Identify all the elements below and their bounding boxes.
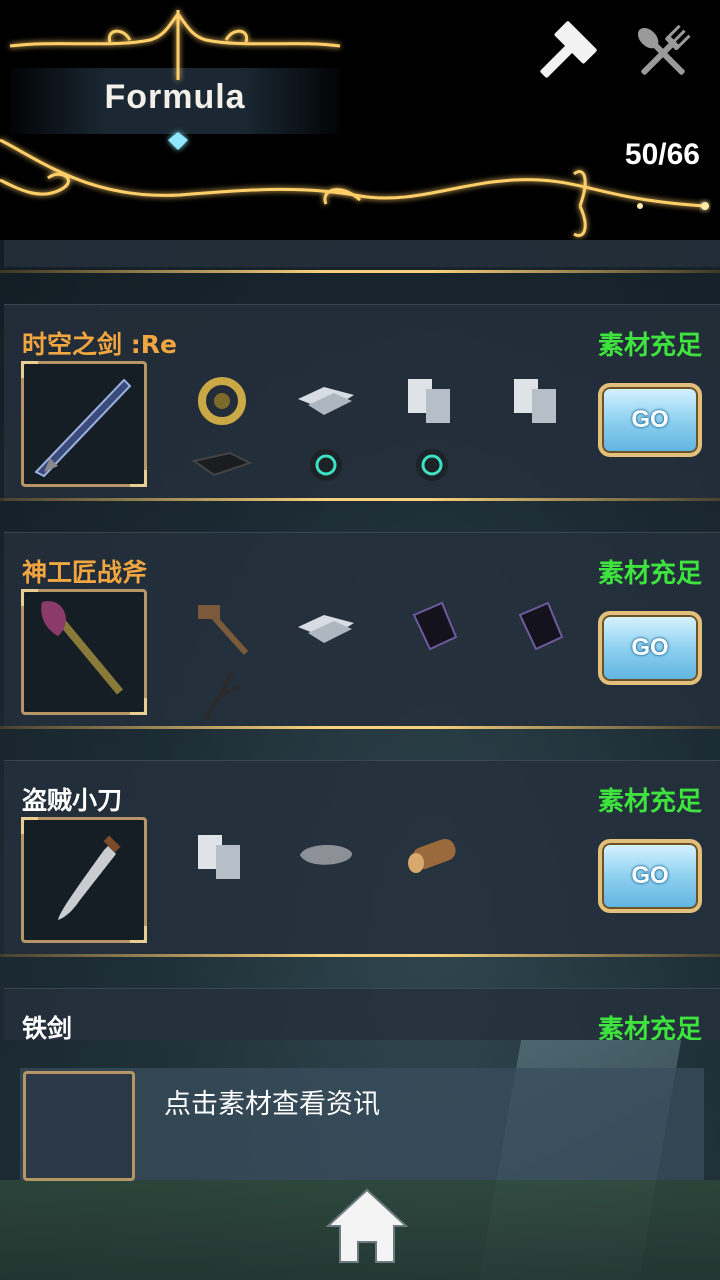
recipe-list[interactable]: 时空之剑 :Re 素材充足 GO 神工匠战斧 素材充足 GO 盗贼小刀 素材充足… <box>0 240 720 1040</box>
silver-plate-icon[interactable] <box>294 597 358 657</box>
divider <box>0 726 720 729</box>
recipe-card-partial[interactable] <box>4 240 720 267</box>
recipe-name: 盗贼小刀 <box>22 786 123 815</box>
recipe-card[interactable]: 时空之剑 :Re 素材充足 GO <box>4 304 720 501</box>
material-info-thumbnail <box>23 1071 135 1181</box>
divider <box>0 270 720 273</box>
recipe-count: 50/66 <box>624 138 700 171</box>
black-plate-icon[interactable] <box>190 435 254 495</box>
sword-icon <box>34 378 132 478</box>
dark-branch-icon[interactable] <box>190 663 254 723</box>
cook-button[interactable] <box>628 18 698 88</box>
material-info-panel: 点击素材查看资讯 <box>20 1068 704 1181</box>
gem-clasp-icon[interactable] <box>294 435 358 495</box>
status-label: 素材充足 <box>597 787 702 817</box>
craft-button[interactable] <box>530 18 600 88</box>
recipe-name: 神工匠战斧 <box>22 558 148 587</box>
material-info-hint: 点击素材查看资讯 <box>164 1089 380 1120</box>
dark-crystal-icon[interactable] <box>400 597 464 657</box>
status-label: 素材充足 <box>597 1015 702 1040</box>
recipe-name: 铁剑 <box>22 1014 73 1040</box>
silver-plate-icon[interactable] <box>294 369 358 429</box>
go-button[interactable]: GO <box>598 839 702 913</box>
dagger-icon <box>58 835 121 920</box>
go-label: GO <box>631 862 669 889</box>
hammer-material-icon[interactable] <box>190 597 254 657</box>
recipe-name: 时空之剑 :Re <box>22 330 177 359</box>
item-thumbnail[interactable] <box>21 589 147 715</box>
go-button[interactable]: GO <box>598 383 702 457</box>
item-thumbnail[interactable] <box>21 361 147 487</box>
silver-plate-icon[interactable] <box>190 825 254 885</box>
go-label: GO <box>631 634 669 661</box>
go-label: GO <box>631 406 669 433</box>
hammer-icon <box>540 21 597 78</box>
utensils-icon <box>637 24 691 75</box>
axe-icon <box>41 601 124 695</box>
item-thumbnail[interactable] <box>21 817 147 943</box>
dark-crystal-icon[interactable] <box>506 597 570 657</box>
gear-ring-icon[interactable] <box>190 369 254 429</box>
silver-plate-icon[interactable] <box>400 369 464 429</box>
go-button[interactable]: GO <box>598 611 702 685</box>
status-label: 素材充足 <box>597 559 702 589</box>
stone-icon[interactable] <box>294 825 358 885</box>
recipe-card[interactable]: 铁剑 素材充足 <box>4 988 720 1040</box>
gem-clasp-icon[interactable] <box>400 435 464 495</box>
recipe-card[interactable]: 神工匠战斧 素材充足 GO <box>4 532 720 729</box>
divider <box>0 954 720 957</box>
divider <box>0 498 720 501</box>
silver-plate-icon[interactable] <box>506 369 570 429</box>
wood-log-icon[interactable] <box>400 825 464 885</box>
status-label: 素材充足 <box>597 331 702 361</box>
page-title: Formula <box>104 78 246 116</box>
recipe-card[interactable]: 盗贼小刀 素材充足 GO <box>4 760 720 957</box>
home-button[interactable] <box>324 1186 410 1266</box>
header: Formula 50/66 <box>0 0 720 240</box>
